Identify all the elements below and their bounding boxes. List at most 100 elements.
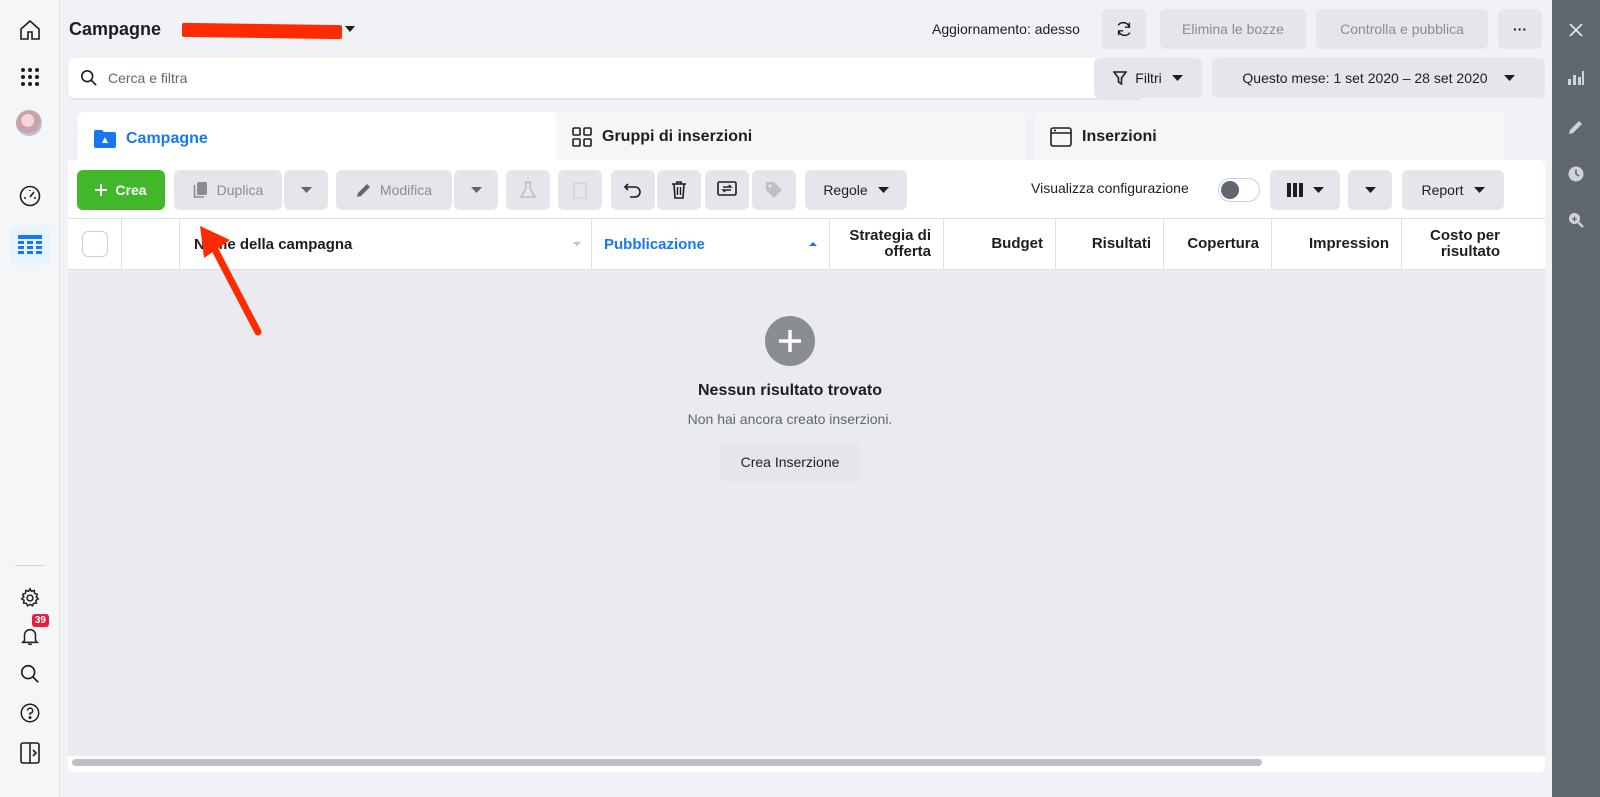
scrollbar-thumb[interactable] [72,759,1262,766]
column-header-impressions[interactable]: Impression [1272,219,1402,269]
table-body-empty-state: Nessun risultato trovato Non hai ancora … [68,270,1545,756]
report-label: Report [1421,182,1464,198]
page-title: Campagne [69,19,162,39]
chevron-down-icon [1473,186,1485,194]
review-publish-button[interactable]: Controlla e pubblica [1316,9,1488,49]
avatar[interactable] [16,110,42,136]
report-button[interactable]: Report [1402,170,1504,210]
search-icon[interactable] [10,654,50,694]
chevron-down-icon [1503,74,1515,82]
chevron-down-icon [1312,186,1324,194]
ab-test-button[interactable] [506,170,550,210]
column-label: Impression [1308,235,1389,252]
column-header-cost-per-result[interactable]: Costo per risultato [1402,219,1512,269]
tag-icon [765,181,783,199]
preview-swap-icon [717,181,737,199]
tab-campagne[interactable]: Campagne [78,112,558,166]
empty-state-title: Nessun risultato trovato [697,382,883,399]
view-setup-toggle[interactable] [1218,178,1260,202]
panel-toggle-icon[interactable] [10,733,50,773]
tag-button[interactable] [752,170,796,210]
rules-button[interactable]: Regole [805,170,907,210]
chevron-down-icon [470,186,482,194]
ads-manager-table-icon[interactable] [10,225,50,265]
tab-label: Inserzioni [1082,128,1157,145]
sort-down-icon [573,241,581,247]
date-range-picker[interactable]: Questo mese: 1 set 2020 – 28 set 2020 [1212,58,1545,98]
ads-window-icon [1050,127,1072,147]
create-button[interactable]: Crea [77,170,165,210]
left-navigation-rail: 39 [0,0,60,797]
date-range-label: Questo mese: 1 set 2020 – 28 set 2020 [1242,70,1488,86]
create-ad-button[interactable]: Crea Inserzione [720,442,860,482]
rail-divider [15,565,45,566]
zoom-search-icon[interactable] [1564,208,1588,232]
chevron-down-icon [1364,186,1376,194]
chevron-down-icon [300,186,312,194]
toggle-knob [1221,181,1239,199]
toggle-column-header [122,219,180,269]
chevron-down-icon [1171,74,1183,82]
create-label: Crea [115,182,147,198]
column-header-bid-strategy[interactable]: Strategia di offerta [830,219,944,269]
column-label: Costo per risultato [1429,227,1500,260]
preview-button[interactable] [705,170,749,210]
help-icon[interactable] [10,693,50,733]
delete-button[interactable] [657,170,701,210]
undo-button[interactable] [611,170,655,210]
plus-icon [95,184,108,196]
notifications-bell-icon[interactable]: 39 [10,614,50,656]
filters-button[interactable]: Filtri [1094,58,1202,98]
right-side-rail [1552,0,1600,797]
close-icon[interactable] [1564,18,1588,42]
table-header: Nome della campagna Pubblicazione Strate… [68,218,1545,270]
column-label: Budget [991,235,1043,252]
update-status: Aggiornamento: adesso [932,21,1080,37]
column-header-delivery[interactable]: Pubblicazione [592,219,830,269]
select-all-cell [68,219,122,269]
horizontal-scrollbar[interactable] [72,756,1541,768]
edit-dropdown-button[interactable] [454,170,498,210]
tab-label: Campagne [126,130,208,147]
filters-label: Filtri [1135,70,1162,86]
tab-label: Gruppi di inserzioni [602,128,753,145]
annotation-arrow [200,226,262,336]
main-content: Campagne Aggiornamento: adesso Elimina l… [60,0,1552,797]
clock-icon[interactable] [1564,162,1588,186]
campaigns-panel: Crea Duplica Modifica Regole Visualizza … [68,160,1545,772]
settings-gear-icon[interactable] [10,578,50,618]
bar-chart-icon[interactable] [1564,66,1588,90]
chevron-down-icon [877,186,889,194]
apps-grid-icon[interactable] [10,57,50,97]
view-setup-label: Visualizza configurazione [1031,180,1189,196]
refresh-button[interactable] [1102,9,1146,49]
account-name-redaction [181,22,343,40]
column-header-reach[interactable]: Copertura [1164,219,1272,269]
duplicate-dropdown-button[interactable] [284,170,328,210]
sort-up-icon [809,241,817,247]
account-dropdown-caret-icon[interactable] [344,24,356,34]
select-all-checkbox[interactable] [81,231,108,257]
discard-drafts-button[interactable]: Elimina le bozze [1160,9,1306,49]
column-label: Risultati [1091,235,1151,252]
column-header-results[interactable]: Risultati [1056,219,1164,269]
pencil-icon[interactable] [1564,115,1588,139]
column-header-budget[interactable]: Budget [944,219,1056,269]
duplicate-button[interactable]: Duplica [174,170,282,210]
trash-icon [671,181,687,199]
edit-button[interactable]: Modifica [336,170,452,210]
breakdown-dropdown-button[interactable] [1348,170,1392,210]
tab-inserzioni[interactable]: Inserzioni [1034,112,1504,162]
more-options-button[interactable]: ··· [1498,9,1542,49]
column-label: Pubblicazione [604,235,705,253]
dashboard-gauge-icon[interactable] [10,176,50,216]
duplicate-label: Duplica [216,182,264,198]
columns-button[interactable] [1270,170,1340,210]
column-label: Copertura [1187,235,1259,252]
add-circle-icon [765,316,815,366]
clipboard-button[interactable] [558,170,602,210]
home-icon[interactable] [10,10,50,50]
column-label: Strategia di offerta [849,227,931,260]
tab-gruppi-di-inserzioni[interactable]: Gruppi di inserzioni [556,112,1026,162]
search-input[interactable] [108,58,1128,98]
